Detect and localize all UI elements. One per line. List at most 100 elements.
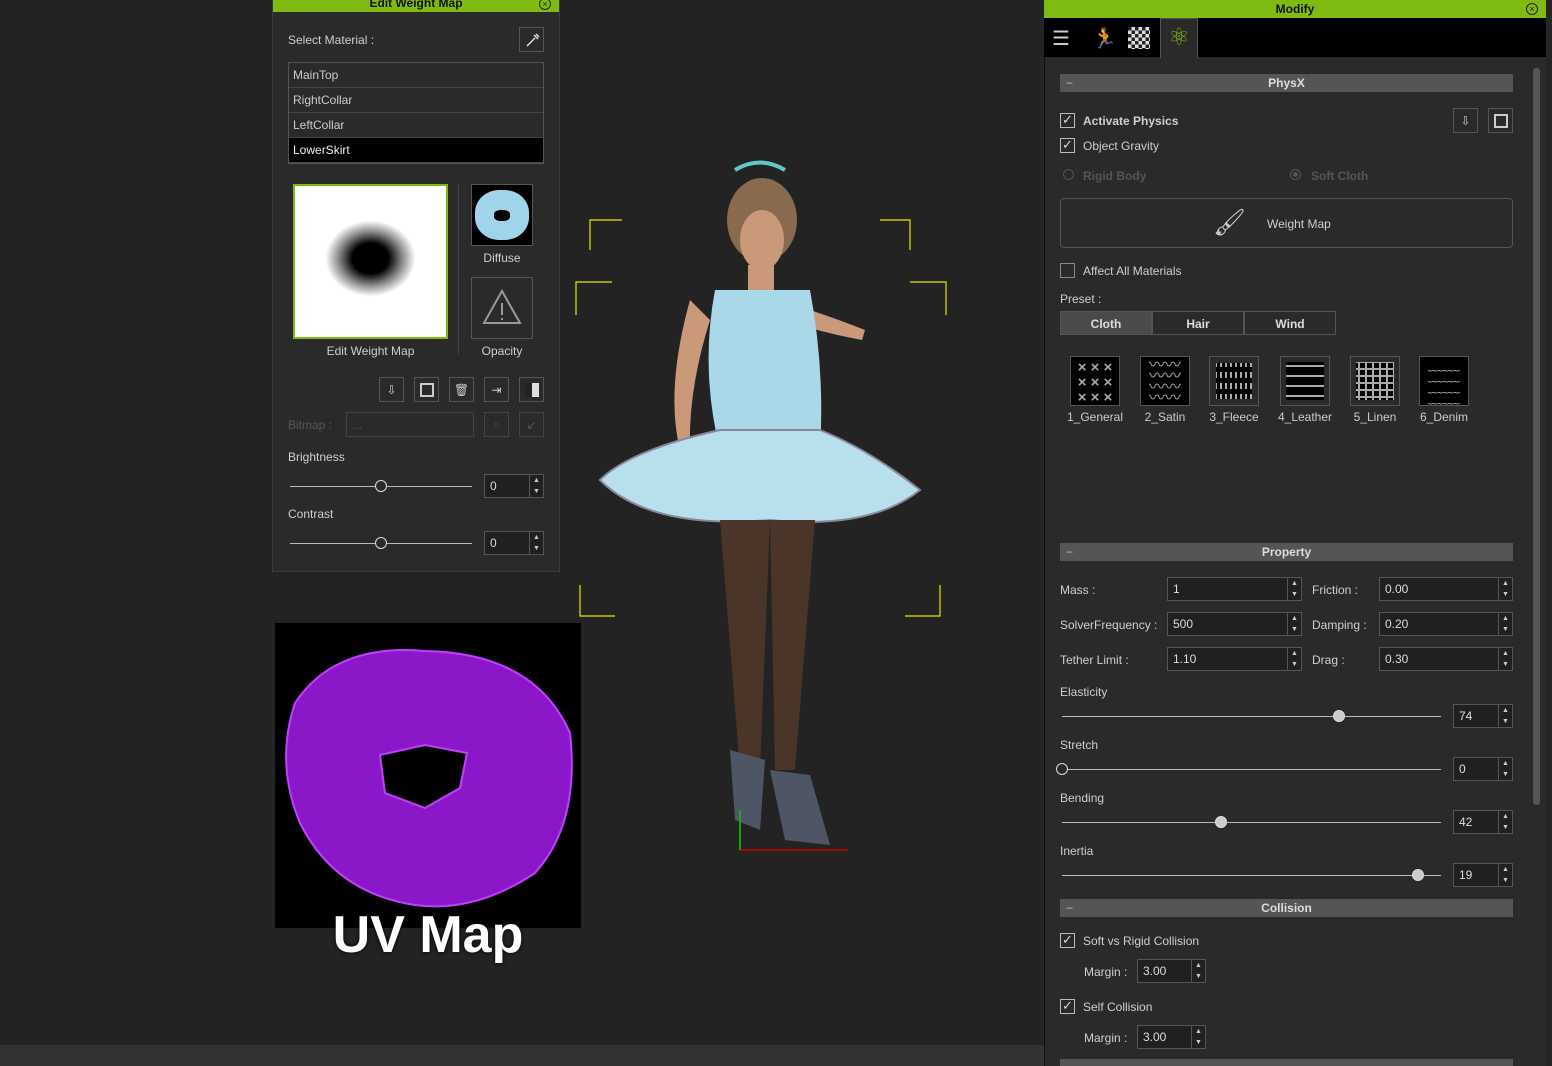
- preset-tab-wind[interactable]: Wind: [1244, 311, 1336, 335]
- activate-physics-checkbox[interactable]: ✓: [1060, 113, 1075, 128]
- brightness-slider[interactable]: [290, 480, 472, 492]
- load-button[interactable]: ⇩: [379, 377, 404, 402]
- slider-value-input[interactable]: 74 ▲ ▼: [1453, 704, 1513, 728]
- spinner-arrows[interactable]: ▲ ▼: [529, 532, 543, 554]
- spinner-arrows[interactable]: ▲ ▼: [1191, 960, 1205, 982]
- physx-header[interactable]: − PhysX: [1060, 74, 1513, 92]
- motion-icon[interactable]: 🏃: [1092, 26, 1117, 51]
- opacity-thumbnail[interactable]: [471, 277, 533, 339]
- spinner-arrows[interactable]: ▲ ▼: [1498, 578, 1512, 600]
- load-preset-button[interactable]: ⇩: [1453, 108, 1478, 133]
- solver-frequency-input[interactable]: 500 ▲ ▼: [1167, 612, 1302, 636]
- preset-linen[interactable]: [1350, 356, 1400, 406]
- spinner-arrows[interactable]: ▲ ▼: [1191, 1026, 1205, 1048]
- property-slider[interactable]: [1056, 763, 1441, 775]
- preset-label-fleece: 3_Fleece: [1209, 410, 1259, 424]
- slider-value: 0: [1459, 762, 1466, 776]
- spinner-arrows[interactable]: ▲ ▼: [1498, 811, 1512, 833]
- self-collision-checkbox[interactable]: ✓: [1060, 999, 1075, 1014]
- apply-bitmap-button[interactable]: ↙: [519, 412, 544, 437]
- material-item[interactable]: LeftCollar: [289, 113, 543, 138]
- spinner-arrows[interactable]: ▲ ▼: [1498, 705, 1512, 727]
- material-item-selected[interactable]: LowerSkirt: [289, 138, 543, 163]
- diffuse-thumbnail[interactable]: [471, 184, 533, 246]
- property-header[interactable]: − Property: [1060, 543, 1513, 561]
- drag-label: Drag :: [1312, 653, 1345, 667]
- opacity-label: Opacity: [481, 344, 523, 358]
- preset-leather[interactable]: [1280, 356, 1330, 406]
- slider-value-input[interactable]: 19 ▲ ▼: [1453, 863, 1513, 887]
- mass-input[interactable]: 1 ▲ ▼: [1167, 577, 1302, 601]
- weight-map-thumbnail[interactable]: [293, 184, 448, 339]
- save-button[interactable]: [414, 377, 439, 402]
- soft-rigid-collision-label: Soft vs Rigid Collision: [1083, 934, 1200, 948]
- margin-input-2[interactable]: 3.00 ▲ ▼: [1137, 1025, 1206, 1049]
- scrollbar[interactable]: [1533, 68, 1540, 805]
- preset-general[interactable]: × × × × × × × × ×: [1070, 356, 1120, 406]
- folder-load-icon: ⇩: [386, 382, 397, 397]
- rigid-body-radio[interactable]: [1063, 169, 1074, 180]
- object-gravity-checkbox[interactable]: ✓: [1060, 138, 1075, 153]
- folder-load-icon: ⇩: [1460, 113, 1471, 128]
- checker-icon[interactable]: [1128, 27, 1150, 49]
- delete-button[interactable]: 🗑: [449, 377, 474, 402]
- preset-fleece[interactable]: [1209, 356, 1259, 406]
- material-item[interactable]: RightCollar: [289, 88, 543, 113]
- contrast-input[interactable]: 0 ▲ ▼: [484, 531, 544, 555]
- spinner-arrows[interactable]: ▲ ▼: [1498, 758, 1512, 780]
- drag-input[interactable]: 0.30 ▲ ▼: [1379, 647, 1513, 671]
- affect-all-checkbox[interactable]: [1060, 263, 1075, 278]
- slider-knob[interactable]: [1332, 710, 1345, 722]
- trash-icon: 🗑: [453, 382, 470, 397]
- preset-denim[interactable]: ﹏﹏ ﹏﹏ ﹏﹏ ﹏﹏: [1419, 356, 1469, 407]
- property-slider[interactable]: [1062, 869, 1441, 881]
- character-model[interactable]: [570, 150, 970, 860]
- save-preset-button[interactable]: [1488, 108, 1513, 133]
- slider-knob[interactable]: [1056, 763, 1068, 775]
- slider-knob[interactable]: [375, 537, 387, 549]
- tether-value: 1.10: [1173, 652, 1197, 666]
- weight-map-button[interactable]: 🖌 Weight Map: [1060, 198, 1513, 248]
- collision-header[interactable]: − Collision: [1060, 899, 1513, 917]
- preset-tab-cloth[interactable]: Cloth: [1060, 311, 1152, 335]
- preset-satin[interactable]: 〰〰 〰〰 〰〰 〰〰: [1140, 356, 1190, 407]
- spinner-arrows[interactable]: ▲ ▼: [1287, 613, 1301, 635]
- spinner-arrows[interactable]: ▲ ▼: [1498, 864, 1512, 886]
- property-slider[interactable]: [1062, 710, 1441, 722]
- soft-rigid-collision-checkbox[interactable]: ✓: [1060, 933, 1075, 948]
- spinner-arrows[interactable]: ▲ ▼: [1498, 648, 1512, 670]
- damping-input[interactable]: 0.20 ▲ ▼: [1379, 612, 1513, 636]
- sliders-icon[interactable]: ☰: [1052, 26, 1070, 51]
- brightness-input[interactable]: 0 ▲ ▼: [484, 474, 544, 498]
- friction-input[interactable]: 0.00 ▲ ▼: [1379, 577, 1513, 601]
- spinner-arrows[interactable]: ▲ ▼: [529, 475, 543, 497]
- eyedropper-button[interactable]: [519, 27, 544, 52]
- contrast-slider[interactable]: [290, 537, 472, 549]
- checker-button[interactable]: [519, 377, 544, 402]
- tether-limit-input[interactable]: 1.10 ▲ ▼: [1167, 647, 1302, 671]
- property-slider[interactable]: [1062, 816, 1441, 828]
- margin-input-1[interactable]: 3.00 ▲ ▼: [1137, 959, 1206, 983]
- tether-limit-label: Tether Limit :: [1060, 653, 1129, 667]
- physics-atom-icon[interactable]: ⚛: [1160, 18, 1198, 58]
- slider-value-input[interactable]: 0 ▲ ▼: [1453, 757, 1513, 781]
- soft-cloth-radio[interactable]: [1290, 169, 1301, 180]
- spinner-arrows[interactable]: ▲ ▼: [1498, 613, 1512, 635]
- uv-map-image: [275, 623, 581, 928]
- material-list[interactable]: MainTop RightCollar LeftCollar LowerSkir…: [288, 62, 544, 164]
- next-section-header[interactable]: [1060, 1059, 1513, 1066]
- slider-value-input[interactable]: 42 ▲ ▼: [1453, 810, 1513, 834]
- import-button[interactable]: ⇥: [484, 377, 509, 402]
- browse-button[interactable]: ⌕: [484, 412, 509, 437]
- bitmap-field[interactable]: ...: [346, 412, 474, 437]
- spinner-arrows[interactable]: ▲ ▼: [1287, 648, 1301, 670]
- close-icon[interactable]: ×: [1526, 3, 1538, 15]
- preset-tab-hair[interactable]: Hair: [1152, 311, 1244, 335]
- material-item[interactable]: MainTop: [289, 63, 543, 88]
- spinner-arrows[interactable]: ▲ ▼: [1287, 578, 1301, 600]
- close-icon[interactable]: ×: [539, 0, 551, 10]
- solver-value: 500: [1173, 617, 1194, 631]
- slider-knob[interactable]: [375, 480, 387, 492]
- margin-value: 3.00: [1143, 1030, 1167, 1044]
- solver-frequency-label: SolverFrequency :: [1060, 618, 1158, 632]
